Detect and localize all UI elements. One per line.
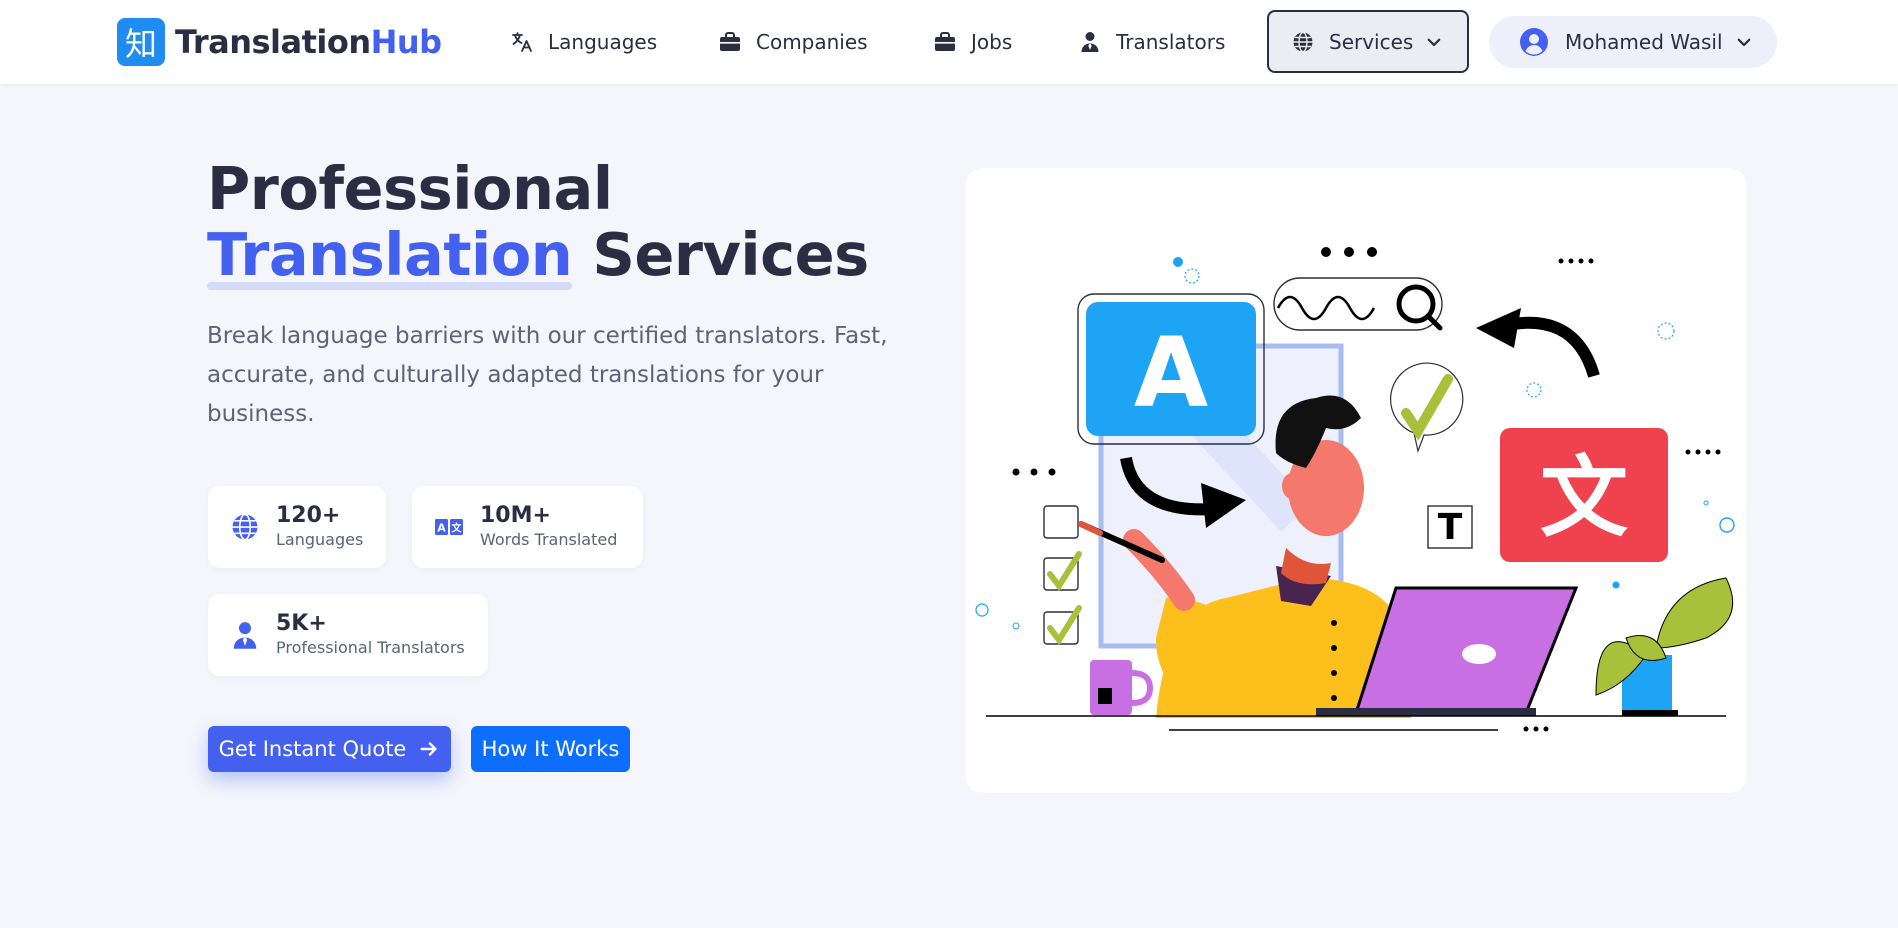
letter-cjk-glyph: 文: [1540, 446, 1628, 549]
how-it-works-label: How It Works: [481, 737, 620, 761]
stat-text: 10M+ Words Translated: [480, 503, 617, 551]
translation-illustration: A 文 T: [975, 247, 1735, 732]
how-it-works-button[interactable]: How It Works: [471, 726, 630, 772]
svg-text:文: 文: [452, 522, 463, 535]
stat-label: Professional Translators: [276, 638, 465, 657]
user-tie-icon: [233, 622, 257, 649]
brand-name: TranslationHub: [175, 23, 442, 61]
stat-card-languages: 120+ Languages: [208, 486, 386, 568]
stat-value: 10M+: [480, 503, 551, 528]
hero-title-accent: Translation: [207, 220, 573, 290]
nav-jobs[interactable]: Jobs: [933, 22, 1012, 62]
hero-title: Professional Translation Services: [207, 154, 927, 290]
letter-t-glyph: T: [1438, 507, 1463, 548]
brand-name-part1: Translation: [175, 23, 371, 61]
arrow-right-icon: [420, 742, 437, 756]
stat-card-translators: 5K+ Professional Translators: [208, 594, 488, 676]
chevron-down-icon: [1427, 38, 1441, 46]
services-label: Services: [1329, 29, 1414, 54]
nav-translators-label: Translators: [1116, 30, 1226, 54]
nav-companies[interactable]: Companies: [718, 22, 868, 62]
stat-label: Languages: [276, 530, 364, 549]
user-menu-button[interactable]: Mohamed Wasil: [1489, 16, 1777, 68]
nav-companies-label: Companies: [756, 30, 868, 54]
hero-description: Break language barriers with our certifi…: [207, 323, 888, 427]
hero-title-rest: Services: [592, 220, 869, 289]
services-dropdown-button[interactable]: Services: [1267, 10, 1469, 73]
user-tie-icon: [1081, 32, 1099, 52]
navbar: 知 TranslationHub Languages Companies Job…: [0, 0, 1898, 84]
user-avatar-icon: [1520, 28, 1548, 56]
brand-mark-icon: 知: [117, 18, 165, 66]
brand-name-part2: Hub: [370, 23, 442, 61]
nav-jobs-label: Jobs: [971, 30, 1013, 54]
svg-text:A: A: [437, 522, 446, 535]
user-name: Mohamed Wasil: [1565, 30, 1723, 54]
stat-text: 120+ Languages: [276, 503, 363, 551]
globe-icon: [1293, 31, 1313, 52]
nav-translators[interactable]: Translators: [1078, 22, 1225, 62]
translate-icon: A 文: [435, 519, 463, 535]
nav-languages-label: Languages: [548, 30, 658, 54]
translate-icon: [512, 32, 532, 52]
chevron-down-icon: [1737, 38, 1750, 47]
get-quote-button[interactable]: Get Instant Quote: [208, 726, 451, 772]
stat-value: 120+: [276, 503, 341, 528]
get-quote-label: Get Instant Quote: [218, 737, 407, 761]
nav-languages[interactable]: Languages: [510, 22, 657, 62]
stat-text: 5K+ Professional Translators: [276, 611, 465, 659]
hero-illustration-card: A 文 T: [966, 168, 1746, 793]
letter-a-glyph: A: [1134, 317, 1208, 429]
stat-value: 5K+: [276, 611, 327, 636]
brand-logo[interactable]: 知 TranslationHub: [117, 18, 442, 66]
briefcase-icon: [720, 32, 740, 51]
globe-icon: [232, 513, 258, 541]
stat-card-words: A 文 10M+ Words Translated: [412, 486, 643, 568]
stat-label: Words Translated: [480, 530, 618, 549]
hero-title-line1: Professional: [207, 154, 613, 223]
briefcase-icon: [935, 32, 955, 51]
